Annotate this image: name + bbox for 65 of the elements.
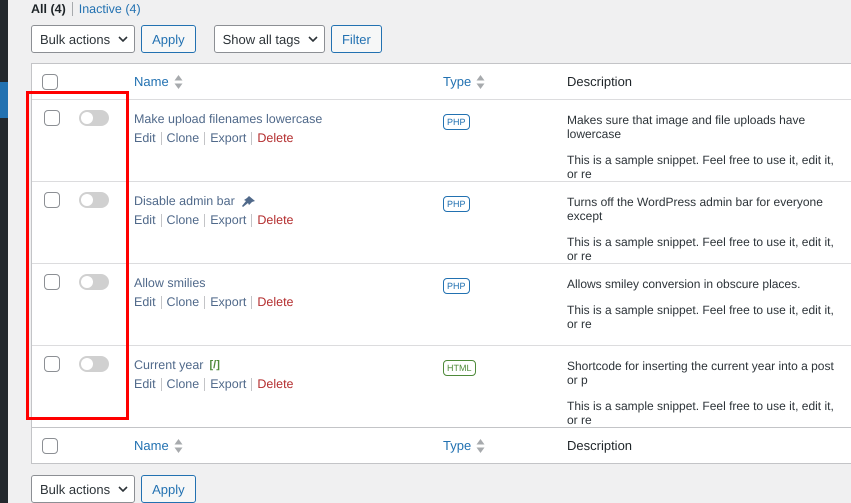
toggle-switch[interactable] (79, 356, 109, 372)
sort-icon (174, 438, 183, 454)
description-text: Allows smiley conversion in obscure places. (567, 277, 802, 291)
column-heading-text: Description (567, 438, 632, 453)
sort-icon (174, 74, 183, 90)
toggle-switch[interactable] (79, 274, 109, 290)
select-all-checkbox[interactable] (42, 438, 58, 454)
row-action-link[interactable]: Edit (134, 214, 161, 227)
description-text: Shortcode for inserting the current year into a post or p (567, 359, 835, 387)
snippet-name-link[interactable]: Disable admin bar (134, 194, 235, 208)
column-heading-text: Description (567, 74, 632, 89)
description-note: This is a sample snippet. Feel free to use it, edit it, or re (567, 303, 835, 331)
row-action-link[interactable]: Export (204, 378, 252, 391)
row-action-link[interactable]: Edit (134, 378, 161, 391)
description-note: This is a sample snippet. Feel free to use it, edit it, or re (567, 399, 835, 427)
row-action-link[interactable]: Export (204, 132, 252, 145)
select-all-checkbox[interactable] (42, 74, 58, 90)
apply-button[interactable]: Apply (141, 25, 196, 53)
chevron-down-icon (308, 36, 318, 42)
active-menu-marker (0, 82, 8, 118)
delete-link[interactable]: Delete (251, 132, 298, 145)
snippet-name-link[interactable]: Make upload filenames lowercase (134, 112, 322, 126)
row-checkbox[interactable] (44, 356, 60, 372)
sort-icon (476, 438, 486, 454)
description-note: This is a sample snippet. Feel free to use it, edit it, or re (567, 153, 835, 181)
sort-icon (476, 74, 486, 90)
row-checkbox[interactable] (44, 192, 60, 208)
toggle-switch[interactable] (79, 110, 109, 126)
type-badge: HTML (443, 360, 476, 376)
description-text: Makes sure that image and file uploads have lowercase (567, 113, 806, 141)
snippet-name-link[interactable]: Allow smilies (134, 276, 206, 290)
row-action-link[interactable]: Clone (160, 378, 204, 391)
toggle-switch[interactable] (79, 192, 109, 208)
row-action-link[interactable]: Clone (160, 214, 204, 227)
sortable-column-header[interactable]: Name (134, 74, 183, 90)
chevron-down-icon (118, 36, 128, 42)
view-filter-link[interactable]: All (4) (31, 2, 72, 16)
bulk-actions-select[interactable]: Bulk actions (31, 25, 136, 53)
delete-link[interactable]: Delete (251, 296, 298, 309)
row-action-link[interactable]: Export (204, 214, 252, 227)
type-badge: PHP (443, 278, 470, 294)
view-filter-link[interactable]: Inactive (4) (72, 2, 147, 16)
row-action-link[interactable]: Edit (134, 132, 161, 145)
apply-button[interactable]: Apply (141, 475, 196, 503)
row-action-link[interactable]: Clone (160, 296, 204, 309)
delete-link[interactable]: Delete (251, 378, 298, 391)
bulk-actions-select[interactable]: Bulk actions (31, 475, 136, 503)
tags-select[interactable]: Show all tags (214, 25, 325, 53)
delete-link[interactable]: Delete (251, 214, 298, 227)
shortcode-tag: [/] (209, 359, 220, 371)
filter-button[interactable]: Filter (330, 25, 382, 53)
description-note: This is a sample snippet. Feel free to use it, edit it, or re (567, 235, 835, 263)
sortable-column-header[interactable]: Type (443, 438, 486, 454)
chevron-down-icon (118, 486, 128, 492)
type-badge: PHP (443, 196, 470, 212)
row-checkbox[interactable] (44, 274, 60, 290)
sortable-column-header[interactable]: Type (443, 74, 486, 90)
description-text: Turns off the WordPress admin bar for everyone except (567, 195, 824, 223)
row-action-link[interactable]: Export (204, 296, 252, 309)
row-action-link[interactable]: Edit (134, 296, 161, 309)
sortable-column-header[interactable]: Name (134, 438, 183, 454)
type-badge: PHP (443, 114, 470, 130)
row-checkbox[interactable] (44, 110, 60, 126)
snippet-name-link[interactable]: Current year (134, 358, 204, 372)
row-action-link[interactable]: Clone (160, 132, 204, 145)
